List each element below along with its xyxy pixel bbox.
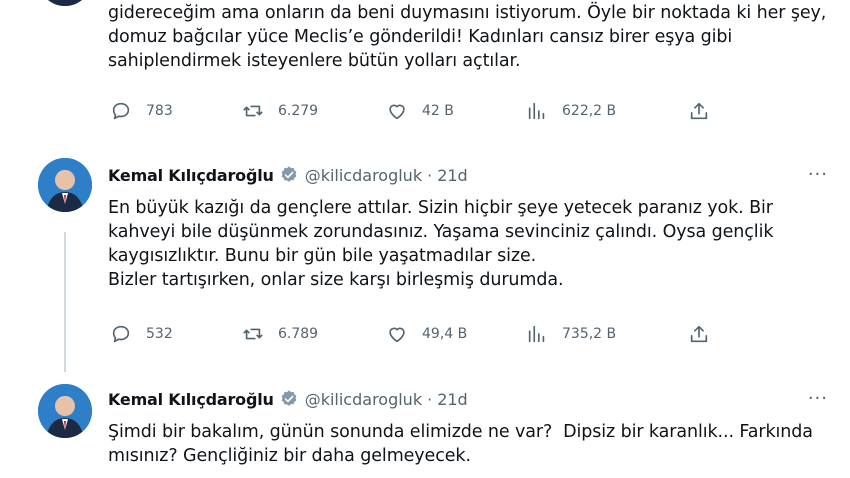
tweet-header: Kemal Kılıçdaroğlu @kilicdarogluk · 21d xyxy=(108,160,468,190)
separator-dot: · xyxy=(427,389,433,409)
tweet-actions: 532 6.789 49,4 B 735,2 B xyxy=(110,323,730,351)
views-count: 735,2 B xyxy=(562,326,617,342)
author-name[interactable]: Kemal Kılıçdaroğlu xyxy=(108,166,274,185)
share-icon xyxy=(690,102,708,120)
share-icon xyxy=(690,325,708,343)
share-button[interactable] xyxy=(688,100,724,122)
retweet-count: 6.279 xyxy=(278,103,319,119)
author-handle[interactable]: @kilicdarogluk xyxy=(305,166,422,185)
separator-dot: · xyxy=(427,165,433,185)
like-button[interactable]: 49,4 B xyxy=(386,323,467,345)
reply-icon xyxy=(112,102,130,120)
timestamp[interactable]: 21d xyxy=(437,166,468,185)
like-icon xyxy=(389,327,405,343)
tweet-bottom[interactable]: Kemal Kılıçdaroğlu @kilicdarogluk · 21d … xyxy=(0,372,850,478)
tweet-top[interactable]: gidereceğim ama onların da beni duymasın… xyxy=(0,0,850,150)
retweet-button[interactable]: 6.789 xyxy=(242,323,318,345)
avatar[interactable] xyxy=(38,384,92,438)
tweet-middle[interactable]: Kemal Kılıçdaroğlu @kilicdarogluk · 21d … xyxy=(0,150,850,360)
more-icon[interactable]: ··· xyxy=(808,164,828,185)
timestamp[interactable]: 21d xyxy=(437,390,468,409)
tweet-actions: 783 6.279 42 B 622,2 B xyxy=(110,100,730,128)
reply-icon xyxy=(112,325,130,343)
views-button[interactable]: 735,2 B xyxy=(526,323,616,345)
tweet-text: En büyük kazığı da gençlere attılar. Siz… xyxy=(108,198,774,290)
retweet-button[interactable]: 6.279 xyxy=(242,100,318,122)
more-icon[interactable]: ··· xyxy=(808,388,828,409)
like-count: 42 B xyxy=(422,103,454,119)
like-button[interactable]: 42 B xyxy=(386,100,454,122)
views-button[interactable]: 622,2 B xyxy=(526,100,616,122)
tweet-text: gidereceğim ama onların da beni duymasın… xyxy=(108,3,832,71)
like-icon xyxy=(389,104,405,120)
reply-count: 783 xyxy=(146,103,173,119)
retweet-icon xyxy=(243,105,263,117)
tweet-header: Kemal Kılıçdaroğlu @kilicdarogluk · 21d xyxy=(108,384,468,414)
views-icon xyxy=(528,325,545,343)
reply-button[interactable]: 532 xyxy=(110,323,173,345)
retweet-count: 6.789 xyxy=(278,326,319,342)
verified-badge-icon xyxy=(281,166,297,182)
retweet-icon xyxy=(243,328,263,340)
views-count: 622,2 B xyxy=(562,103,617,119)
views-icon xyxy=(528,102,545,120)
avatar[interactable] xyxy=(38,0,92,6)
author-handle[interactable]: @kilicdarogluk xyxy=(305,390,422,409)
reply-count: 532 xyxy=(146,326,173,342)
avatar[interactable] xyxy=(38,158,92,212)
share-button[interactable] xyxy=(688,323,724,345)
tweet-text: Şimdi bir bakalım, günün sonunda elimizd… xyxy=(108,422,819,466)
like-count: 49,4 B xyxy=(422,326,468,342)
verified-badge-icon xyxy=(281,390,297,406)
reply-button[interactable]: 783 xyxy=(110,100,173,122)
author-name[interactable]: Kemal Kılıçdaroğlu xyxy=(108,390,274,409)
